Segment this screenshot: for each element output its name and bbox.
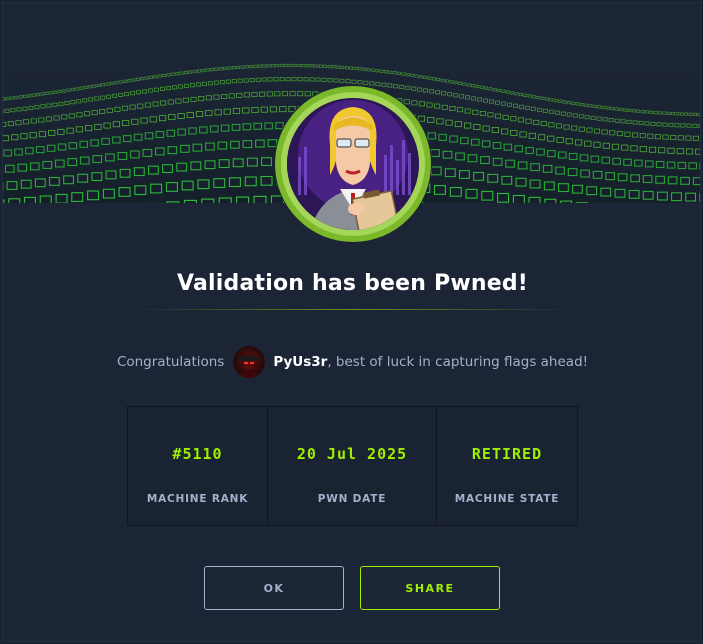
congrats-prefix: Congratulations [116,354,225,370]
stat-value: RETIRED [471,445,543,463]
stats-panel: #5110 MACHINE RANK 20 Jul 2025 PWN DATE … [127,406,578,526]
user-avatar-icon[interactable] [233,346,266,378]
stat-label: MACHINE RANK [146,493,249,505]
pwned-title: Validation has been Pwned! [176,271,529,296]
stat-machine-rank: #5110 MACHINE RANK [128,407,268,525]
pwned-modal: Validation has been Pwned! Congratulatio… [2,2,701,642]
machine-avatar-icon [275,86,431,242]
share-button[interactable]: SHARE [360,566,500,610]
banner-cube [699,192,700,202]
stat-label: PWN DATE [317,493,387,505]
stat-value: #5110 [172,445,223,463]
title-divider [133,309,573,310]
banner-cube [699,162,700,170]
machine-avatar [274,85,432,243]
ok-button[interactable]: OK [204,566,344,610]
username-link[interactable]: PyUs3r [273,354,327,370]
stat-pwn-date: 20 Jul 2025 PWN DATE [268,407,437,525]
stat-label: MACHINE STATE [454,493,560,505]
stat-value: 20 Jul 2025 [296,445,408,463]
stat-machine-state: RETIRED MACHINE STATE [437,407,577,525]
congrats-suffix: , best of luck in capturing flags ahead! [327,354,589,370]
congrats-message: Congratulations PyUs3r , best of luck in… [3,345,700,379]
